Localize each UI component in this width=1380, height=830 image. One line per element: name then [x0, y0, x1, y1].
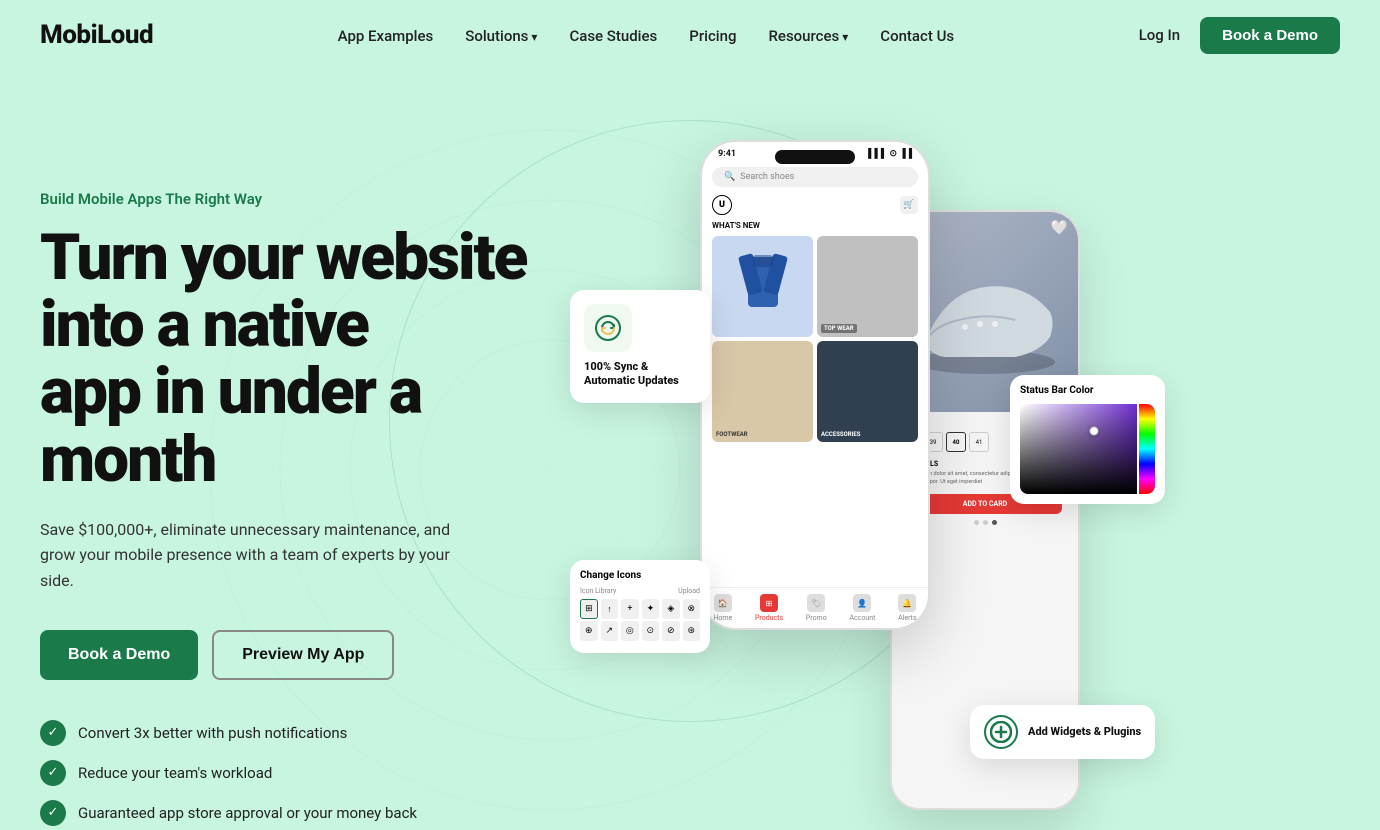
color-picker-handle[interactable] [1090, 427, 1099, 436]
nav-solutions[interactable]: Solutions [465, 27, 537, 45]
check-icon-3: ✓ [40, 800, 66, 826]
icon-cell[interactable]: ⊛ [683, 621, 701, 641]
phone-cart-icon: 🛒 [900, 196, 918, 214]
size-option-selected[interactable]: 40 [946, 432, 966, 452]
nav-case-studies[interactable]: Case Studies [569, 27, 657, 45]
home-nav-dot: 🏠 [714, 594, 732, 612]
carousel-dot [974, 520, 979, 525]
phone-nav-account: 👤 Account [849, 594, 875, 622]
color-spectrum-strip[interactable] [1139, 404, 1155, 494]
hero-checks: ✓ Convert 3x better with push notificati… [40, 720, 540, 826]
hero-buttons: Book a Demo Preview My App [40, 630, 540, 680]
color-dark-gradient [1020, 404, 1137, 494]
phone-product-grid: TOP WEAR FOOTWEAR ACCESSORIES [702, 232, 928, 446]
check-icon-1: ✓ [40, 720, 66, 746]
icon-cell[interactable]: ⊙ [642, 621, 660, 641]
carousel-dot-active [992, 520, 997, 525]
phone-search-bar[interactable]: 🔍 Search shoes [712, 167, 918, 187]
phone-nav-products: ⊞ Products [755, 594, 783, 622]
icon-cell[interactable]: + [621, 599, 638, 619]
phone-sec-favorite-icon: 🤍 [1051, 220, 1068, 236]
phone-nav-promo: 🏷 Promo [806, 594, 827, 622]
hero-tagline: Build Mobile Apps The Right Way [40, 190, 540, 208]
logo[interactable]: MobiLoud [40, 20, 153, 50]
account-nav-dot: 👤 [853, 594, 871, 612]
icon-cell[interactable]: ⊘ [662, 621, 680, 641]
search-icon: 🔍 [724, 172, 735, 182]
icons-row-2: ⊕ ↗ ◎ ⊙ ⊘ ⊛ [580, 621, 700, 641]
phone-nav-home: 🏠 Home [713, 594, 732, 622]
search-placeholder-text: Search shoes [740, 172, 794, 182]
nav-resources[interactable]: Resources [768, 27, 848, 45]
navbar: MobiLoud App Examples Solutions Case Stu… [0, 0, 1380, 70]
status-bar-card-title: Status Bar Color [1020, 385, 1155, 396]
phone-brand-logo: U [712, 195, 732, 215]
check-item-3: ✓ Guaranteed app store approval or your … [40, 800, 540, 826]
sync-icon [584, 304, 632, 352]
nav-contact-us[interactable]: Contact Us [880, 27, 954, 45]
status-bar-card: Status Bar Color [1010, 375, 1165, 504]
login-link[interactable]: Log In [1139, 26, 1180, 44]
size-option[interactable]: 41 [969, 432, 989, 452]
phone-notch [775, 150, 855, 164]
check-item-1: ✓ Convert 3x better with push notificati… [40, 720, 540, 746]
nav-app-examples[interactable]: App Examples [338, 27, 434, 45]
hero-right: 9:41 ▌▌▌ ⊙ ▐▐ 🔍 Search shoes U 🛒 WHAT'S … [540, 130, 1340, 830]
phone-main: 9:41 ▌▌▌ ⊙ ▐▐ 🔍 Search shoes U 🛒 WHAT'S … [700, 140, 930, 630]
add-widgets-card: Add Widgets & Plugins [970, 705, 1155, 759]
icon-cell[interactable]: ◈ [662, 599, 679, 619]
nav-pricing[interactable]: Pricing [689, 27, 736, 45]
preview-app-button[interactable]: Preview My App [212, 630, 394, 680]
add-widgets-icon [984, 715, 1018, 749]
icons-header: Icon Library Upload [580, 587, 700, 595]
product-cell-2: TOP WEAR [817, 236, 918, 337]
hero-title: Turn your website into a native app in u… [40, 224, 540, 493]
phone-bottom-nav: 🏠 Home ⊞ Products 🏷 Promo 👤 Account 🔔 [702, 587, 928, 628]
product-cell-3: FOOTWEAR [712, 341, 813, 442]
icons-row-1: ⊞ ↑ + ✦ ◈ ⊗ [580, 599, 700, 619]
nav-book-demo-button[interactable]: Book a Demo [1200, 17, 1340, 54]
add-widgets-text: Add Widgets & Plugins [1028, 725, 1141, 739]
check-icon-2: ✓ [40, 760, 66, 786]
products-nav-dot: ⊞ [760, 594, 778, 612]
alerts-nav-dot: 🔔 [898, 594, 916, 612]
hero-left: Build Mobile Apps The Right Way Turn you… [40, 130, 540, 830]
product-cell-4: ACCESSORIES [817, 341, 918, 442]
icon-cell[interactable]: ↗ [601, 621, 619, 641]
sync-card-title: 100% Sync & Automatic Updates [584, 360, 696, 389]
icon-cell[interactable]: ◎ [621, 621, 639, 641]
hero-subtitle: Save $100,000+, eliminate unnecessary ma… [40, 517, 480, 594]
carousel-dot [983, 520, 988, 525]
check-item-2: ✓ Reduce your team's workload [40, 760, 540, 786]
phone-top-bar: U 🛒 [702, 193, 928, 217]
icon-cell[interactable]: ↑ [601, 599, 618, 619]
icon-cell-selected[interactable]: ⊞ [580, 599, 598, 619]
promo-nav-dot: 🏷 [807, 594, 825, 612]
change-icons-title: Change Icons [580, 570, 700, 581]
phone-nav-alerts: 🔔 Alerts [898, 594, 916, 622]
icon-cell[interactable]: ⊕ [580, 621, 598, 641]
icon-cell[interactable]: ⊗ [683, 599, 700, 619]
phone-whats-new-label: WHAT'S NEW [702, 217, 928, 232]
hero-section: Build Mobile Apps The Right Way Turn you… [0, 70, 1380, 830]
book-demo-button[interactable]: Book a Demo [40, 630, 198, 680]
sync-card: 100% Sync & Automatic Updates [570, 290, 710, 403]
color-picker[interactable] [1020, 404, 1155, 494]
icon-cell[interactable]: ✦ [642, 599, 659, 619]
product-cell-1 [712, 236, 813, 337]
change-icons-card: Change Icons Icon Library Upload ⊞ ↑ + ✦… [570, 560, 710, 653]
nav-actions: Log In Book a Demo [1139, 17, 1340, 54]
